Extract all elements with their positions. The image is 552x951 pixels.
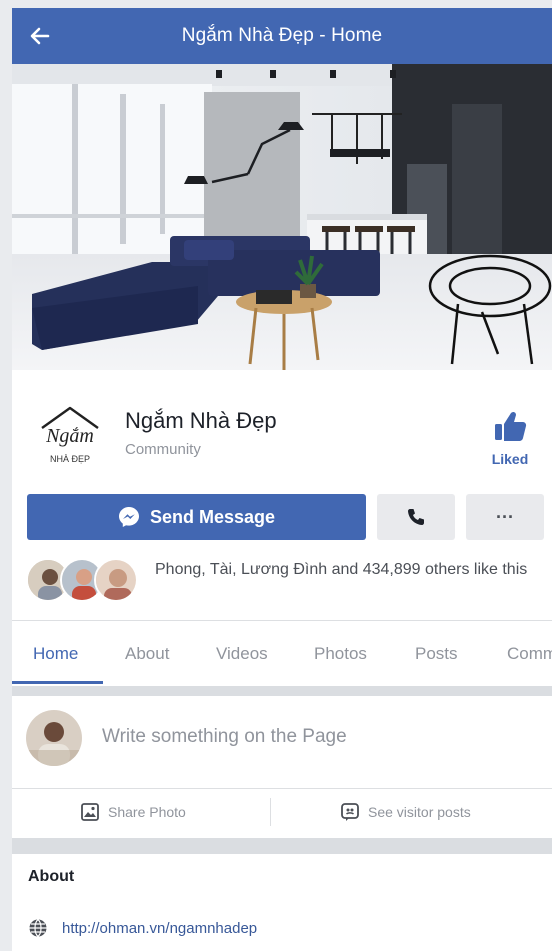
liked-label: Liked [491, 451, 529, 467]
send-message-label: Send Message [149, 506, 276, 527]
call-button[interactable] [377, 494, 455, 540]
website-url: http://ohman.vn/ngamnhadep [62, 919, 258, 937]
cover-photo[interactable] [12, 64, 552, 370]
tab-posts[interactable]: Posts [415, 644, 458, 664]
globe-icon [29, 919, 47, 937]
tab-about[interactable]: About [125, 644, 169, 664]
page-name: Ngắm Nhà Đẹp [125, 408, 277, 433]
post-composer[interactable]: Write something on the Page [12, 696, 552, 788]
page-actions: Send Message ··· [12, 494, 552, 542]
page-logo[interactable]: Ngắm NHÀ ĐẸP [30, 398, 110, 476]
about-section: About http://ohman.vn/ngamnhadep [12, 854, 552, 951]
page-avatar [26, 710, 82, 766]
avatar [94, 558, 138, 602]
divider [12, 620, 552, 621]
liked-button[interactable]: Liked [478, 410, 542, 472]
divider [270, 798, 271, 826]
logo-script-text: Ngắm [45, 425, 94, 447]
more-button[interactable]: ··· [466, 494, 544, 540]
thumbs-up-icon [495, 411, 527, 441]
likes-text: Phong, Tài, Lương Đình and 434,899 other… [155, 561, 528, 578]
website-link[interactable]: http://ohman.vn/ngamnhadep [28, 918, 257, 938]
composer-actions: Share Photo See visitor posts [12, 788, 552, 838]
visitor-posts-icon [341, 803, 359, 821]
tab-community[interactable]: Comm [507, 644, 552, 664]
section-separator [12, 686, 552, 696]
page-title: Ngắm Nhà Đẹp - Home [181, 25, 383, 46]
active-tab-indicator [12, 681, 103, 684]
tab-photos[interactable]: Photos [314, 644, 367, 664]
likes-summary[interactable]: Phong, Tài, Lương Đình and 434,899 other… [12, 556, 552, 612]
section-separator [12, 838, 552, 854]
top-bar: Ngắm Nhà Đẹp - Home [12, 8, 552, 64]
page-category: Community [125, 441, 201, 458]
see-visitor-posts-button[interactable]: See visitor posts [340, 802, 471, 822]
about-title: About [28, 868, 75, 885]
app-frame: Ngắm Nhà Đẹp - Home Ngắm NHÀ ĐẸP Ngắm Nh… [12, 8, 552, 951]
see-visitor-posts-label: See visitor posts [368, 804, 471, 820]
messenger-icon [118, 507, 139, 527]
share-photo-button[interactable]: Share Photo [80, 802, 186, 822]
logo-sub-text: NHÀ ĐẸP [50, 454, 90, 464]
photo-icon [81, 803, 99, 821]
tab-home[interactable]: Home [33, 644, 78, 664]
page-profile-header: Ngắm NHÀ ĐẸP Ngắm Nhà Đẹp Community Like… [12, 370, 552, 490]
page-tabs: Home About Videos Photos Posts Comm [12, 624, 552, 686]
friend-avatars [26, 558, 141, 604]
send-message-button[interactable]: Send Message [27, 494, 366, 540]
share-photo-label: Share Photo [108, 804, 186, 820]
composer-placeholder[interactable]: Write something on the Page [102, 726, 347, 748]
phone-icon [408, 509, 424, 525]
tab-videos[interactable]: Videos [216, 644, 268, 664]
